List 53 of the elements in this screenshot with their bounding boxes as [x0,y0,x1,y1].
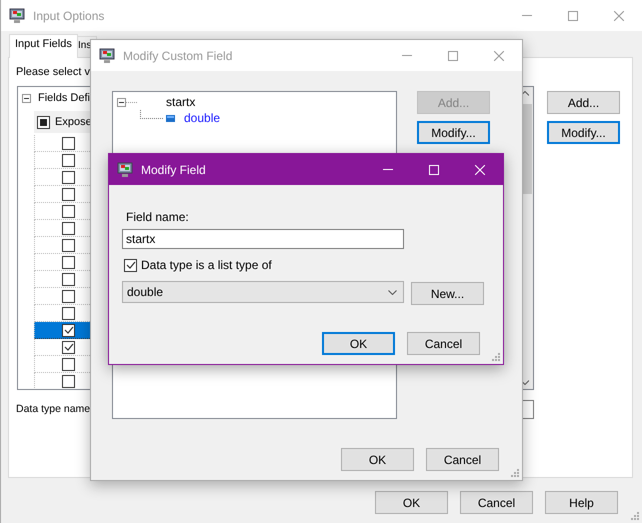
field-name-input[interactable]: startx [122,229,404,249]
checkbox[interactable] [62,290,75,302]
collapse-icon[interactable] [117,98,126,106]
button[interactable]: Modify... [547,121,620,144]
button[interactable]: Cancel [426,448,499,471]
button[interactable]: OK [322,332,395,355]
collapse-icon[interactable] [22,94,31,103]
checkbox[interactable] [124,258,137,272]
checkbox[interactable] [62,374,75,388]
app-icon [9,8,25,24]
checkbox-label[interactable]: Data type is a list type of [141,258,272,272]
connector-line [140,110,164,119]
checkbox[interactable] [62,170,75,184]
checkbox[interactable] [62,238,75,252]
checkbox[interactable] [62,256,75,268]
window-title: Input Options [33,8,104,22]
app-icon [99,48,115,64]
tree-item[interactable]: Fields Defi [38,92,90,104]
type-icon [166,114,175,122]
field-label: Data type name [16,403,90,415]
checkbox[interactable] [62,358,75,370]
tree-item[interactable]: startx [166,95,196,109]
type-dropdown[interactable]: double [122,281,404,303]
button[interactable]: OK [375,491,448,514]
window-title: Modify Custom Field [123,48,232,62]
size-grip-icon[interactable] [511,469,519,477]
checkbox[interactable] [62,188,75,200]
checkbox[interactable] [62,222,75,234]
column-header[interactable]: Expose [55,116,92,128]
checkbox[interactable] [62,340,75,354]
field-label: Field name: [126,210,189,224]
button[interactable]: Help [545,491,618,514]
window-title: Modify Field [141,162,206,176]
app-icon [117,162,133,178]
chevron-icon [388,290,397,294]
button[interactable]: OK [341,448,414,471]
checkbox[interactable] [62,324,75,336]
size-grip-icon[interactable] [631,512,639,520]
button[interactable]: Cancel [460,491,533,514]
checkbox[interactable] [62,136,75,150]
tree-item[interactable]: double [184,111,220,125]
instruction-text: Please select v [16,66,90,78]
checkbox[interactable] [62,272,75,286]
size-grip-icon[interactable] [492,353,500,361]
tab[interactable]: Input Fields [9,34,78,58]
button[interactable]: Add... [547,91,620,114]
checkbox[interactable] [62,204,75,218]
button[interactable]: New... [411,282,484,305]
checkbox[interactable] [37,116,50,129]
button[interactable]: Cancel [407,332,480,355]
checkbox[interactable] [62,306,75,320]
button[interactable]: Modify... [417,121,490,144]
checkbox[interactable] [62,154,75,166]
